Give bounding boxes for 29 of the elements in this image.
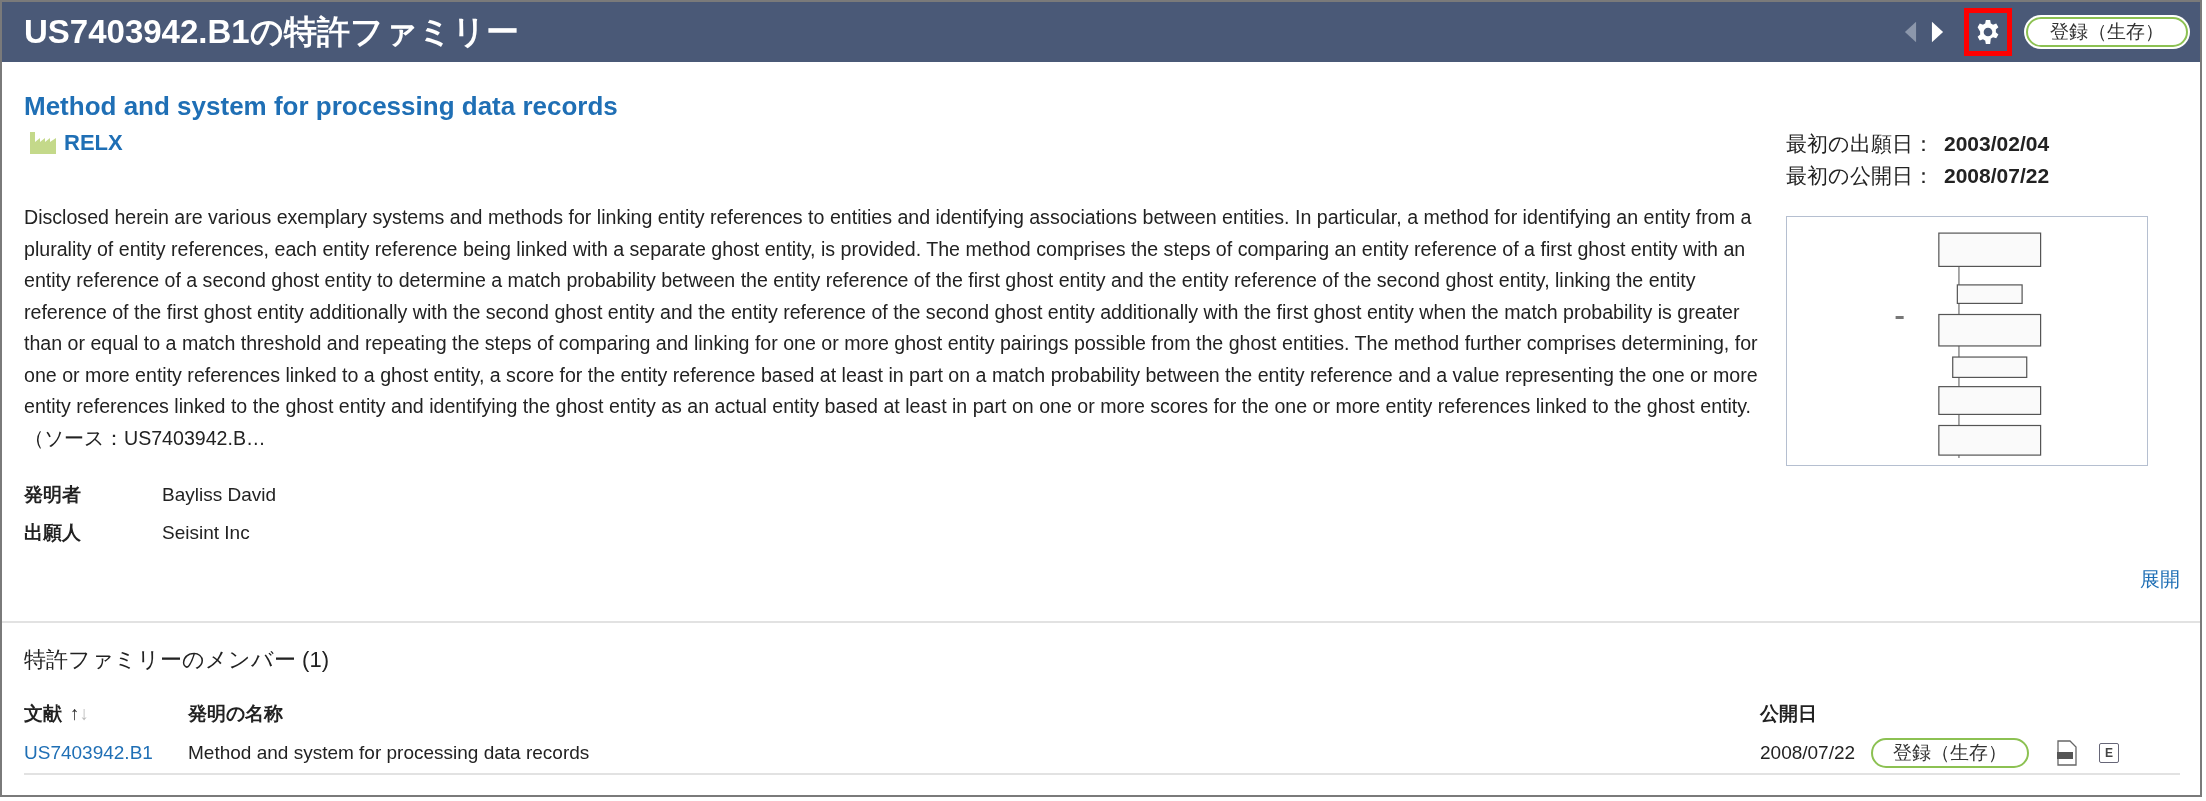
pdf-icon[interactable] bbox=[2057, 740, 2078, 766]
column-header[interactable]: 発明の名称 bbox=[188, 701, 283, 727]
status-badge: 登録（生存） bbox=[1871, 738, 2030, 768]
field-value: Bayliss David bbox=[162, 484, 277, 506]
export-button[interactable]: E bbox=[2099, 743, 2120, 763]
factory-icon bbox=[30, 132, 56, 154]
date-value: 2003/02/04 bbox=[1944, 131, 2050, 157]
expand-link[interactable]: 展開 bbox=[2140, 566, 2180, 593]
field-label: 出願人 bbox=[24, 521, 82, 545]
table-cell: Method and system for processing data records bbox=[188, 742, 590, 764]
settings-icon[interactable] bbox=[1975, 19, 2001, 45]
date-label: 最初の出願日： bbox=[1786, 131, 1934, 157]
status-badge: 登録（生存） bbox=[2026, 17, 2188, 47]
window-title: US7403942.B1の特許ファミリー bbox=[24, 11, 519, 52]
abstract-text: Disclosed herein are various exemplary systems and methods for linking entity references to entities and identifying associations between entities. In particular, a method for identifying an entity from a plurality of entity references, each entity reference being linked with a separate ghost entity, is provided. The method comprises the steps of comparing an entity reference of a first ghost entity with an entity reference of a second ghost entity to determine a match probability between the entity reference of the first ghost entity and the entity reference of the second ghost entity, linking the entity reference of the first ghost entity additionally with the second ghost entity and the entity reference of the second ghost entity additionally with the first ghost entity when the match probability is greater than or equal to a match threshold and repeating the steps of comparing and linking for one or more ghost entity pairings possible from the ghost entities. The method further comprises determining, for one or more entity references linked to a ghost entity, a score for the entity reference based at least in part on a match probability between the entity reference and a value representing the one or more entity references linked to the ghost entity and identifying the ghost entity as an actual entity based at least in part on one or more scores for the one or more entity references linked to the ghost entity.（ソース：US7403942.B… bbox=[24, 205, 1759, 451]
section-title: 特許ファミリーのメンバー (1) bbox=[24, 647, 329, 672]
column-header[interactable]: 文献 bbox=[24, 701, 62, 727]
assignee-link[interactable]: RELX bbox=[64, 130, 123, 156]
date-label: 最初の公開日： bbox=[1786, 163, 1934, 189]
date-value: 2008/07/22 bbox=[1944, 163, 2050, 189]
field-label: 発明者 bbox=[24, 483, 82, 507]
table-cell: 2008/07/22 bbox=[1760, 742, 1856, 764]
patent-title[interactable]: Method and system for processing data records bbox=[24, 88, 618, 124]
sort-toggle[interactable]: ↑↓ bbox=[70, 703, 89, 725]
settings-button[interactable] bbox=[1964, 8, 2012, 56]
field-value: Seisint Inc bbox=[162, 522, 250, 544]
next-icon[interactable] bbox=[1931, 20, 1944, 44]
column-header[interactable]: 公開日 bbox=[1760, 701, 1817, 727]
document-link[interactable]: US7403942.B1 bbox=[24, 742, 153, 764]
